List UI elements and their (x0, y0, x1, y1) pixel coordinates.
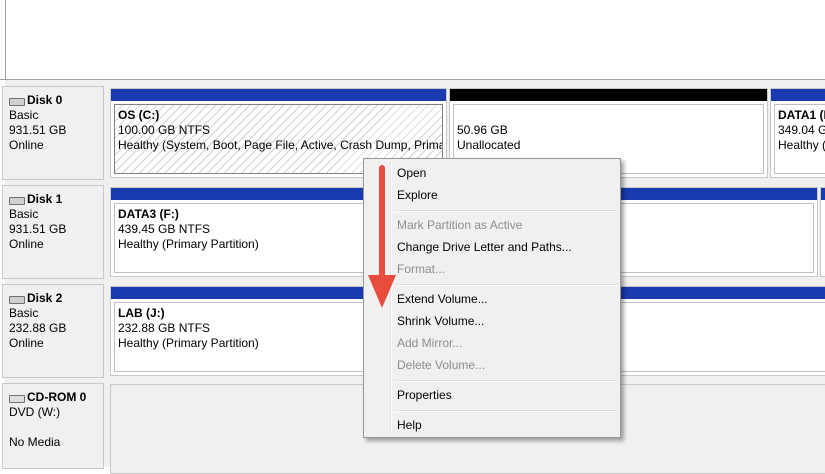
disk-type: Basic (9, 207, 39, 221)
hard-disk-icon (9, 294, 25, 304)
menu-item-change-drive-letter[interactable]: Change Drive Letter and Paths... (397, 238, 572, 256)
partition-bar (771, 89, 825, 101)
partition-body: DATA1 (D:) 349.04 GB NTFS Healthy (Prima… (774, 104, 825, 174)
menu-item-explore[interactable]: Explore (397, 186, 438, 204)
cdrom-0-label[interactable]: CD-ROM 0 DVD (W:) No Media (2, 383, 104, 469)
disk-2-name-row: Disk 2 (9, 291, 103, 306)
disk-1-label[interactable]: Disk 1 Basic 931.51 GB Online (2, 185, 104, 279)
menu-item-properties[interactable]: Properties (397, 386, 452, 404)
volume-size: 349.04 GB NTFS (778, 123, 825, 137)
disk-status: Online (9, 336, 44, 350)
disk-type: DVD (W:) (9, 405, 61, 419)
disk-status: No Media (9, 435, 61, 449)
disk-0-label[interactable]: Disk 0 Basic 931.51 GB Online (2, 86, 104, 180)
volume-name: OS (C:) (118, 108, 160, 122)
disk-name: Disk 2 (27, 291, 63, 305)
partition-bar (450, 89, 767, 101)
volume-list-pane (0, 0, 825, 80)
menu-item-add-mirror: Add Mirror... (397, 336, 463, 350)
volume-size: 100.00 GB NTFS (118, 123, 211, 137)
menu-item-shrink-volume[interactable]: Shrink Volume... (397, 312, 484, 330)
menu-separator (394, 380, 618, 382)
hard-disk-icon (9, 96, 25, 106)
disk-size: 931.51 GB (9, 222, 67, 236)
disk-1-name-row: Disk 1 (9, 192, 103, 207)
menu-item-extend-volume[interactable]: Extend Volume... (397, 290, 488, 308)
disk-status: Online (9, 138, 44, 152)
menu-item-mark-active: Mark Partition as Active (397, 218, 523, 232)
cd-drive-icon (9, 393, 25, 403)
disk-name: CD-ROM 0 (27, 390, 87, 404)
menu-item-help[interactable]: Help (397, 416, 422, 434)
disk-name: Disk 0 (27, 93, 63, 107)
volume-status: Healthy (System, Boot, Page File, Active… (118, 138, 442, 152)
disk-name: Disk 1 (27, 192, 63, 206)
partition-bar (821, 188, 825, 200)
disk-0-name-row: Disk 0 (9, 93, 103, 108)
menu-separator (394, 284, 618, 286)
menu-separator (394, 210, 618, 212)
menu-separator (394, 410, 618, 412)
cdrom-0-name-row: CD-ROM 0 (9, 390, 103, 405)
partition-bar (111, 89, 446, 101)
disk-type: Basic (9, 306, 39, 320)
hard-disk-icon (9, 195, 25, 205)
annotation-arrow-icon (368, 165, 396, 308)
menu-item-format: Format... (397, 262, 446, 276)
volume-status: Unallocated (457, 138, 521, 152)
disk-type: Basic (9, 108, 39, 122)
volume-status: Healthy (Primary Partition) (778, 138, 825, 152)
partition-sliver[interactable] (820, 187, 825, 277)
menu-item-delete-volume: Delete Volume... (397, 358, 486, 372)
disk-status: Online (9, 237, 44, 251)
volume-size: 50.96 GB (457, 123, 508, 137)
partition-data1-d[interactable]: DATA1 (D:) 349.04 GB NTFS Healthy (Prima… (770, 88, 825, 178)
volume-name: DATA1 (D:) (778, 108, 825, 122)
disk-size: 931.51 GB (9, 123, 67, 137)
disk-size: 232.88 GB (9, 321, 67, 335)
pane-border (5, 0, 6, 80)
disk-2-label[interactable]: Disk 2 Basic 232.88 GB Online (2, 284, 104, 378)
